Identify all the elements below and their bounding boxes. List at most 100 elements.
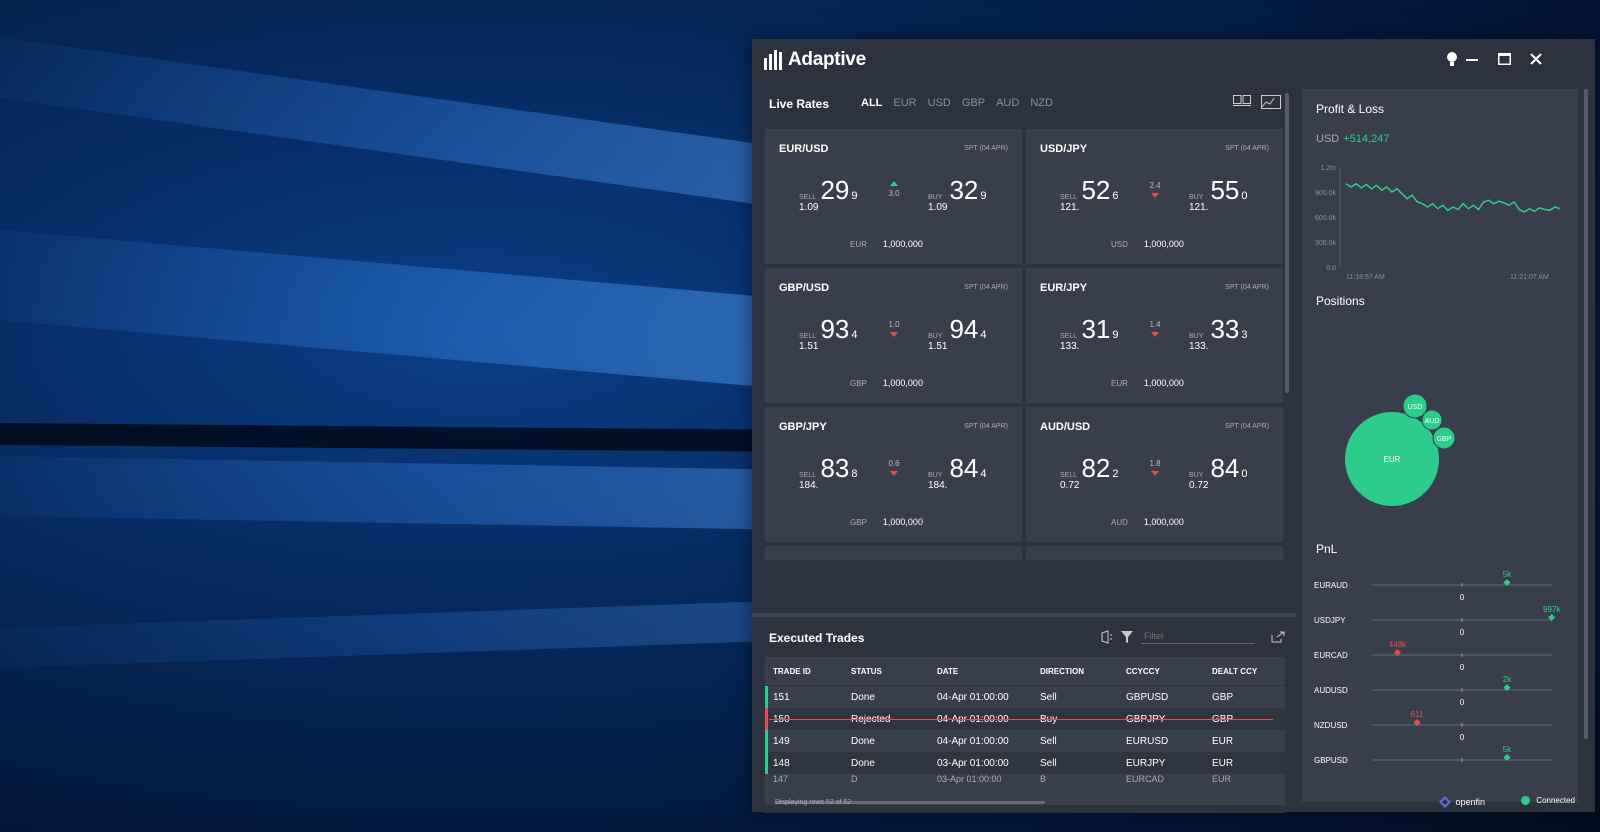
spot-tile-gbpusd[interactable]: GBP/USD SPT (04 APR) SELL 1.51 93 4 BUY 1.51 94 4… <box>765 268 1022 403</box>
rates-scrollbar[interactable] <box>1285 93 1289 393</box>
connected-status-dot <box>1521 796 1531 805</box>
spot-tile-audusd[interactable]: AUD/USD SPT (04 APR) SELL 0.72 82 2 BUY 0.72 84 0… <box>1026 407 1283 542</box>
column-header[interactable]: CCYCCY <box>1126 667 1212 676</box>
maximize-button[interactable] <box>1494 51 1514 71</box>
column-header[interactable]: DEALT CCY <box>1212 667 1282 676</box>
sell-label-group: SELL 184. <box>799 471 818 491</box>
table-row[interactable]: 148 Done 03-Apr 01:00:00 Sell EURJPY EUR <box>765 752 1285 774</box>
position-label-usd: USD <box>1408 404 1423 411</box>
currency-tab-eur[interactable]: EUR <box>893 97 916 109</box>
trade-id-cell: 150 <box>773 713 790 725</box>
sell-fractional-pips: 6 <box>1112 190 1119 202</box>
chart-view-icon[interactable] <box>1261 95 1281 109</box>
spread-indicator: 3.0 <box>885 181 903 198</box>
spot-tile-eurusd[interactable]: EUR/USD SPT (04 APR) SELL 1.09 29 9 BUY 1.09 32 9… <box>765 129 1022 264</box>
trade-date-cell: 04-Apr 01:00:00 <box>937 735 1009 747</box>
spot-tile-eurjpy[interactable]: EUR/JPY SPT (04 APR) SELL 133. 31 9 BUY 133. 33 3… <box>1026 268 1283 403</box>
tile-settlement-date: SPT (04 APR) <box>1225 423 1269 430</box>
table-row[interactable]: 150 Rejected 04-Apr 01:00:00 Buy GBPJPY GBP <box>765 708 1285 730</box>
trade-ccyccy-cell: GBPUSD <box>1126 691 1169 703</box>
buy-price-button[interactable]: BUY 133. 33 3 <box>1189 316 1248 352</box>
currency-tab-nzd[interactable]: NZD <box>1030 97 1053 109</box>
close-button[interactable] <box>1526 51 1546 71</box>
tile-pair: GBP/USD <box>779 282 830 294</box>
minimize-button[interactable] <box>1462 51 1482 71</box>
notional-input[interactable]: EUR 1,000,000 <box>1111 378 1184 388</box>
column-header[interactable]: TRADE ID <box>765 667 851 676</box>
buy-price-button[interactable]: BUY 0.72 84 0 <box>1189 455 1248 491</box>
sell-fractional-pips: 2 <box>1112 468 1119 480</box>
pnl-pair-label: AUDUSD <box>1314 686 1348 695</box>
y-tick-label: 900.0k <box>1315 190 1337 197</box>
spot-tile-gbpjpy[interactable]: GBP/JPY SPT (04 APR) SELL 184. 83 8 BUY 184. 84 4… <box>765 407 1022 542</box>
spread-value: 2.4 <box>1149 181 1161 190</box>
buy-pips: 84 <box>949 453 979 483</box>
spread-indicator: 1.0 <box>885 320 903 337</box>
pnl-value-label: 997k <box>1543 605 1561 614</box>
notional-currency: AUD <box>1111 518 1128 527</box>
pnl-value-label: 5k <box>1503 745 1512 754</box>
pnl-zero-label: 0 <box>1460 698 1465 707</box>
notional-input[interactable]: GBP 1,000,000 <box>850 517 923 527</box>
buy-big-figure: 133. <box>1189 341 1209 352</box>
pnl-zero-label: 0 <box>1460 663 1465 672</box>
notional-input[interactable]: USD 1,000,000 <box>1111 239 1184 249</box>
trade-dealt-cell: GBP <box>1212 713 1234 725</box>
sell-price-button[interactable]: SELL 121. 52 6 <box>1060 177 1119 213</box>
sell-label-group: SELL 0.72 <box>1060 471 1079 491</box>
sell-price-button[interactable]: SELL 0.72 82 2 <box>1060 455 1119 491</box>
notional-input[interactable]: GBP 1,000,000 <box>850 378 923 388</box>
currency-tab-gbp[interactable]: GBP <box>962 97 985 109</box>
trade-date-cell: 03-Apr 01:00:00 <box>937 757 1009 769</box>
buy-label-group: BUY 121. <box>1189 193 1208 213</box>
trades-toolbar <box>1101 629 1285 644</box>
table-row[interactable]: 151 Done 04-Apr 01:00:00 Sell GBPUSD GBP <box>765 686 1285 708</box>
currency-tab-usd[interactable]: USD <box>928 97 951 109</box>
currency-tab-aud[interactable]: AUD <box>996 97 1019 109</box>
spot-tile-usdjpy[interactable]: USD/JPY SPT (04 APR) SELL 121. 52 6 BUY 121. 55 0… <box>1026 129 1283 264</box>
table-row[interactable]: 149 Done 04-Apr 01:00:00 Sell EURUSD EUR <box>765 730 1285 752</box>
spread-value: 1.8 <box>1149 459 1161 468</box>
sell-big-figure: 184. <box>799 480 819 491</box>
buy-price-button[interactable]: BUY 1.09 32 9 <box>928 177 987 213</box>
buy-big-figure: 0.72 <box>1189 480 1209 491</box>
column-header[interactable]: DATE <box>937 667 1040 676</box>
analytics-scrollbar[interactable] <box>1584 89 1588 739</box>
sell-price-button[interactable]: SELL 1.51 93 4 <box>799 316 858 352</box>
column-visibility-icon[interactable] <box>1101 629 1113 644</box>
filter-icon[interactable] <box>1121 630 1133 643</box>
trade-date-cell: 04-Apr 01:00:00 <box>937 691 1009 703</box>
notional-input[interactable]: EUR 1,000,000 <box>850 239 923 249</box>
position-label-aud: AUD <box>1425 418 1440 425</box>
trade-status-cell: Rejected <box>851 713 891 725</box>
title-bar[interactable]: Adaptive <box>752 39 1595 83</box>
notional-currency: USD <box>1111 240 1128 249</box>
trades-filter-input[interactable] <box>1141 629 1255 644</box>
buy-price-button[interactable]: BUY 121. 55 0 <box>1189 177 1248 213</box>
column-header[interactable]: STATUS <box>851 667 937 676</box>
position-label-eur: EUR <box>1384 455 1401 464</box>
buy-fractional-pips: 9 <box>980 190 987 202</box>
lightbulb-icon[interactable] <box>1442 51 1462 71</box>
currency-tab-all[interactable]: ALL <box>861 97 882 109</box>
sell-label-group: SELL 1.51 <box>799 332 818 352</box>
buy-price-button[interactable]: BUY 184. 84 4 <box>928 455 987 491</box>
buy-big-figure: 1.51 <box>928 341 948 352</box>
sell-price-button[interactable]: SELL 1.09 29 9 <box>799 177 858 213</box>
spread-indicator: 1.8 <box>1146 459 1164 476</box>
notional-input[interactable]: AUD 1,000,000 <box>1111 517 1184 527</box>
buy-fractional-pips: 4 <box>980 329 987 341</box>
spread-value: 1.0 <box>888 320 900 329</box>
sell-price-button[interactable]: SELL 133. 31 9 <box>1060 316 1119 352</box>
trade-status-bar <box>765 752 768 774</box>
y-tick-label: 300.0k <box>1315 240 1337 247</box>
buy-price-button[interactable]: BUY 1.51 94 4 <box>928 316 987 352</box>
sell-pips: 82 <box>1081 453 1111 483</box>
popout-icon[interactable] <box>1271 631 1285 643</box>
tile-view-icon[interactable] <box>1233 95 1251 107</box>
sell-price-button[interactable]: SELL 184. 83 8 <box>799 455 858 491</box>
buy-fractional-pips: 3 <box>1241 329 1248 341</box>
sell-big-figure: 1.51 <box>799 341 819 352</box>
column-header[interactable]: DIRECTION <box>1040 667 1126 676</box>
table-header: TRADE ID STATUS DATE DIRECTION CCYCCY DEALT C… <box>765 657 1285 686</box>
